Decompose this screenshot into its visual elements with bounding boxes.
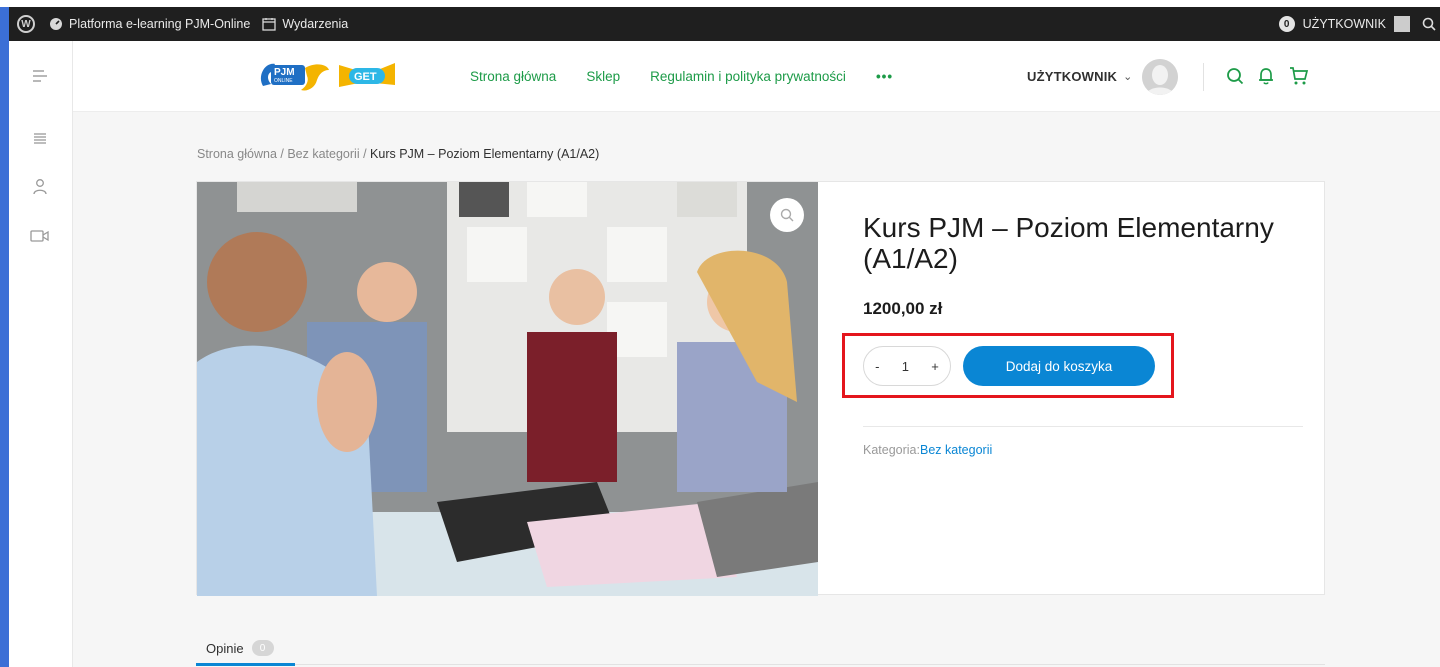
product-image[interactable] — [197, 182, 818, 596]
nav-item-shop[interactable]: Sklep — [586, 69, 620, 84]
active-tab-indicator — [196, 663, 295, 666]
product-title: Kurs PJM – Poziom Elementarny (A1/A2) — [863, 212, 1274, 274]
nav-item-home[interactable]: Strona główna — [470, 69, 556, 84]
events-link[interactable]: Wydarzenia — [256, 7, 354, 41]
quantity-decrease-button[interactable]: - — [875, 359, 879, 374]
category-link[interactable]: Bez kategorii — [920, 443, 992, 457]
bell-icon[interactable] — [1254, 64, 1278, 88]
tab-reviews-label: Opinie — [206, 640, 244, 656]
video-camera-icon[interactable] — [29, 225, 51, 247]
reviews-count-badge: 0 — [251, 640, 274, 656]
main-navigation: Strona główna Sklep Regulamin i polityka… — [470, 41, 923, 112]
header-separator — [1203, 63, 1204, 91]
site-name-text: Platforma e-learning PJM-Online — [69, 17, 251, 31]
breadcrumb-home-link[interactable]: Strona główna — [197, 147, 277, 161]
notification-count-badge[interactable]: 0 — [1278, 16, 1295, 32]
wordpress-logo-button[interactable]: W — [9, 7, 43, 41]
search-icon[interactable] — [1223, 64, 1247, 88]
product-card: Kurs PJM – Poziom Elementarny (A1/A2) 12… — [196, 181, 1325, 596]
magnify-icon — [780, 208, 794, 222]
list-icon[interactable] — [29, 127, 51, 149]
window-frame-left — [0, 0, 9, 667]
quantity-value[interactable]: 1 — [902, 359, 909, 374]
logo-online-text: ONLINE — [274, 78, 293, 84]
user-name[interactable]: UŻYTKOWNIK — [1027, 69, 1117, 84]
user-profile-icon[interactable] — [29, 176, 51, 198]
top-strip — [0, 0, 1440, 7]
add-to-cart-button[interactable]: Dodaj do koszyka — [963, 346, 1155, 386]
chevron-down-icon[interactable]: ⌄ — [1123, 70, 1132, 83]
divider — [863, 426, 1303, 427]
get-logo[interactable]: GET — [337, 59, 397, 89]
admin-bar: W Platforma e-learning PJM-Online Wydarz… — [0, 0, 1440, 41]
product-category: Kategoria:Bez kategorii — [863, 443, 992, 457]
toggle-menu-icon[interactable] — [29, 65, 51, 87]
admin-user-link[interactable]: UŻYTKOWNIK — [1303, 17, 1386, 31]
quantity-increase-button[interactable]: + — [931, 359, 939, 374]
breadcrumb-category-link[interactable]: Bez kategorii — [287, 147, 359, 161]
site-name-link[interactable]: Platforma e-learning PJM-Online — [43, 7, 256, 41]
quantity-stepper[interactable]: - 1 + — [863, 346, 951, 386]
admin-avatar[interactable] — [1394, 16, 1410, 32]
left-sidebar — [9, 41, 73, 667]
logo-get-text: GET — [354, 71, 377, 83]
pjm-online-logo[interactable]: PJM ONLINE — [257, 56, 333, 96]
user-menu[interactable]: UŻYTKOWNIK ⌄ — [1027, 41, 1179, 112]
nav-item-terms[interactable]: Regulamin i polityka prywatności — [650, 69, 846, 84]
admin-search-icon[interactable] — [1422, 17, 1436, 31]
events-text: Wydarzenia — [282, 17, 349, 31]
breadcrumb-current: Kurs PJM – Poziom Elementarny (A1/A2) — [370, 147, 600, 161]
wordpress-icon: W — [17, 15, 35, 33]
zoom-button[interactable] — [770, 198, 804, 232]
nav-more-button[interactable]: ••• — [876, 69, 893, 84]
avatar[interactable] — [1142, 58, 1179, 95]
logo-pjm-text: PJM — [274, 67, 295, 78]
cart-icon[interactable] — [1287, 64, 1311, 88]
dashboard-icon — [50, 18, 62, 30]
site-header: PJM ONLINE GET Strona główna Sklep Regul… — [73, 41, 1440, 112]
breadcrumb-separator: / — [359, 147, 371, 161]
product-price: 1200,00 zł — [863, 299, 943, 318]
category-label: Kategoria: — [863, 443, 920, 457]
tab-reviews[interactable]: Opinie 0 — [206, 640, 274, 656]
calendar-icon — [262, 18, 276, 31]
tabs-divider — [196, 664, 1325, 665]
breadcrumb: Strona główna / Bez kategorii / Kurs PJM… — [197, 147, 599, 161]
breadcrumb-separator: / — [276, 147, 288, 161]
